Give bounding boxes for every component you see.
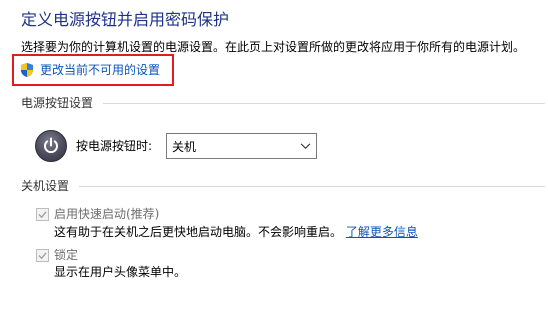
power-button-icon xyxy=(35,130,67,162)
fast-startup-label: 启用快速启动(推荐) xyxy=(54,207,160,221)
fast-startup-description-text: 这有助于在关机之后更快地启动电脑。不会影响重启。 xyxy=(54,225,343,239)
fast-startup-checkbox[interactable] xyxy=(36,207,49,221)
power-button-section-heading: 电源按钮设置 xyxy=(21,96,94,110)
change-unavailable-settings-link[interactable]: 更改当前不可用的设置 xyxy=(19,62,160,78)
section-divider xyxy=(103,103,545,104)
section-divider xyxy=(79,186,545,187)
lock-description: 显示在用户头像菜单中。 xyxy=(54,265,187,279)
learn-more-link[interactable]: 了解更多信息 xyxy=(346,225,418,239)
chevron-down-icon xyxy=(294,142,316,150)
power-button-action-label: 按电源按钮时: xyxy=(76,139,153,153)
shutdown-section-heading: 关机设置 xyxy=(21,179,70,193)
lock-label: 锁定 xyxy=(54,248,79,262)
fast-startup-description: 这有助于在关机之后更快地启动电脑。不会影响重启。 了解更多信息 xyxy=(54,224,418,240)
power-button-action-dropdown[interactable]: 关机 xyxy=(166,133,317,159)
lock-checkbox-row[interactable]: 锁定 xyxy=(36,247,78,263)
uac-shield-icon xyxy=(19,62,35,78)
dropdown-selected-value: 关机 xyxy=(172,139,197,154)
change-settings-link-label: 更改当前不可用的设置 xyxy=(40,63,161,77)
fast-startup-checkbox-row[interactable]: 启用快速启动(推荐) xyxy=(36,206,159,222)
lock-checkbox[interactable] xyxy=(36,248,49,262)
page-description: 选择要为你的计算机设置的电源设置。在此页上对设置所做的更改将应用于你所有的电源计… xyxy=(21,40,526,54)
page-title: 定义电源按钮并启用密码保护 xyxy=(21,10,230,29)
